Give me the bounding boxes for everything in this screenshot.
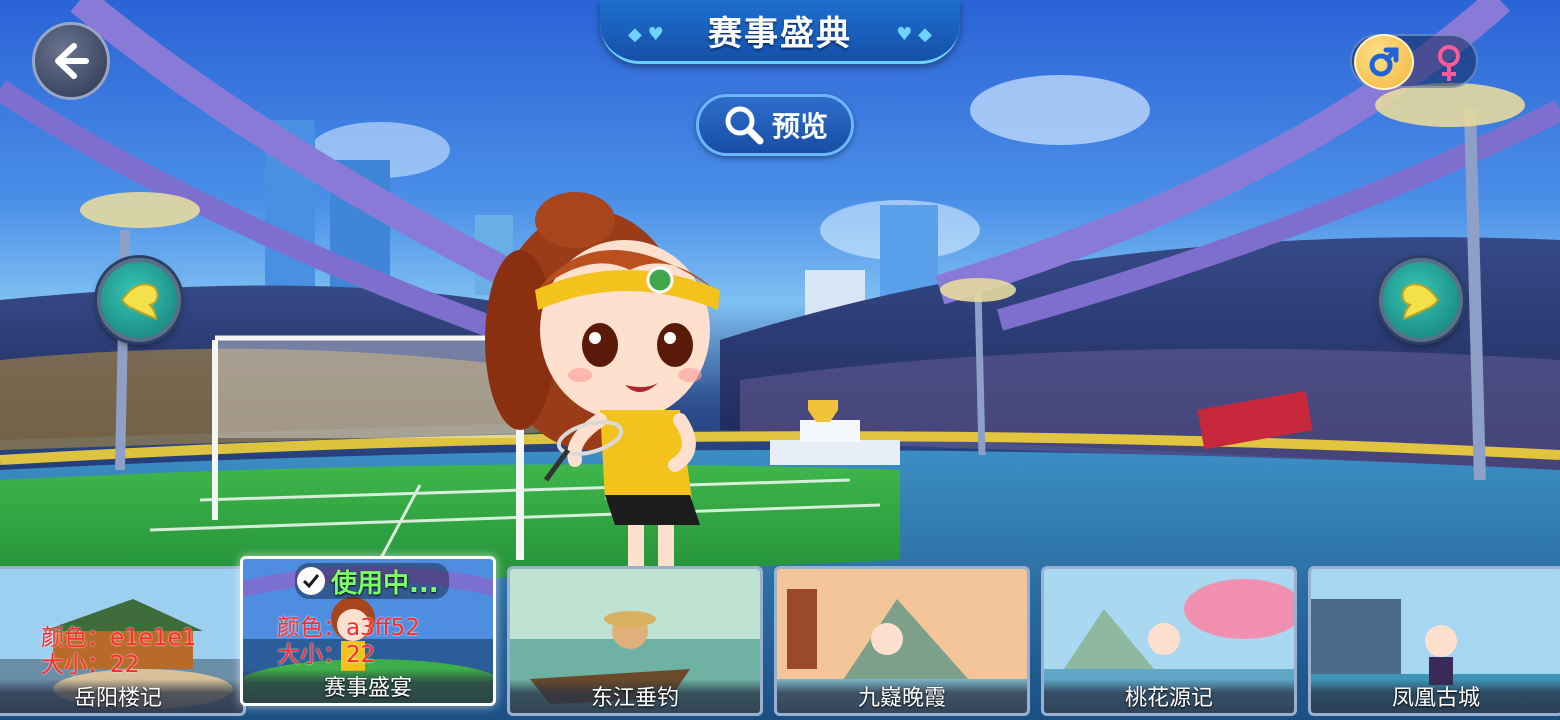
scene-card[interactable]: 东江垂钓 [507, 566, 763, 716]
debug-color-text: 颜色：a3ff52 [277, 615, 420, 641]
character-avatar [480, 180, 780, 610]
female-icon [1438, 45, 1460, 81]
scene-name: 东江垂钓 [590, 686, 679, 711]
scene-name-bar: 凤凰古城 [1311, 679, 1560, 713]
spade-decoration-icon: ◆ ♥ [628, 24, 664, 45]
previous-scene-button[interactable] [97, 258, 181, 342]
scene-card[interactable]: 桃花源记 [1041, 566, 1297, 716]
scene-name: 凤凰古城 [1391, 686, 1480, 711]
scene-card[interactable]: 九嶷晚霞 [774, 566, 1030, 716]
scene-name: 九嶷晚霞 [857, 686, 946, 711]
in-use-badge: 使用中... [295, 563, 449, 599]
page-title: 赛事盛典 [708, 14, 852, 54]
check-icon [297, 567, 325, 595]
scene-card-selected[interactable]: 使用中... 颜色：a3ff52 大小：22 赛事盛宴 [240, 556, 496, 706]
scene-name-bar: 九嶷晚霞 [777, 679, 1027, 713]
male-button[interactable] [1354, 34, 1414, 90]
debug-size-text: 大小：22 [41, 652, 140, 678]
scene-card[interactable]: 颜色：e1e1e1 大小：22 岳阳楼记 [0, 566, 246, 716]
scene-card-list: 颜色：e1e1e1 大小：22 岳阳楼记 使用中... 颜色：a3ff52 大小… [0, 556, 1560, 720]
spade-right-arrow-icon [1401, 283, 1440, 321]
next-scene-button[interactable] [1379, 258, 1463, 342]
female-button[interactable] [1424, 38, 1474, 88]
spade-decoration-icon: ♥ ◆ [896, 24, 932, 45]
preview-button[interactable]: 预览 [696, 94, 854, 156]
scene-name: 赛事盛宴 [323, 676, 412, 701]
debug-color-text: 颜色：e1e1e1 [41, 625, 197, 651]
back-arrow-icon [55, 43, 89, 79]
back-button[interactable] [32, 22, 110, 100]
search-icon [725, 106, 764, 145]
in-use-label: 使用中... [331, 568, 439, 599]
scene-name-bar: 桃花源记 [1044, 679, 1294, 713]
scene-name-bar: 赛事盛宴 [243, 669, 493, 703]
scene-name: 岳阳楼记 [73, 686, 162, 711]
debug-size-text: 大小：22 [277, 642, 376, 668]
scene-card[interactable]: 凤凰古城 [1308, 566, 1560, 716]
spade-left-arrow-icon [120, 283, 159, 321]
scene-name-bar: 东江垂钓 [510, 679, 760, 713]
male-icon [1369, 47, 1399, 77]
preview-label: 预览 [771, 110, 828, 143]
scene-name: 桃花源记 [1124, 686, 1213, 711]
title-bar: ◆ ♥ 赛事盛典 ♥ ◆ [600, 0, 960, 64]
gender-toggle[interactable] [1350, 34, 1478, 90]
scene-name-bar: 岳阳楼记 [0, 679, 243, 713]
debug-overlay: 颜色：e1e1e1 大小：22 [41, 625, 196, 679]
debug-overlay: 颜色：a3ff52 大小：22 [277, 615, 420, 669]
